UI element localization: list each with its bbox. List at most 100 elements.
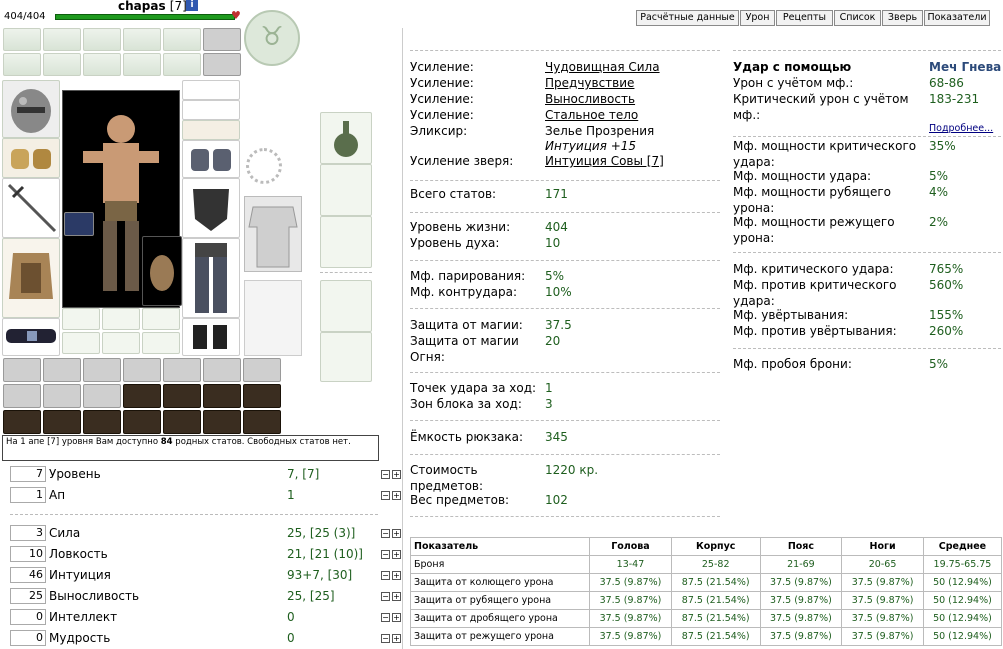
backpack-slot[interactable] bbox=[243, 358, 281, 382]
tab-4[interactable]: Зверь bbox=[882, 10, 923, 26]
rune-slot[interactable] bbox=[62, 332, 100, 354]
earring-slot[interactable] bbox=[182, 100, 240, 120]
plus-button[interactable]: + bbox=[392, 592, 401, 601]
rune-slot[interactable] bbox=[102, 308, 140, 330]
backpack-slot[interactable] bbox=[123, 410, 161, 434]
plus-button[interactable]: + bbox=[392, 571, 401, 580]
belt-slot[interactable] bbox=[123, 53, 161, 76]
minus-button[interactable]: − bbox=[381, 613, 390, 622]
buff-value[interactable]: Предчувствие bbox=[545, 76, 634, 92]
clan-emblem-icon[interactable]: ♉ bbox=[244, 10, 300, 66]
plus-button[interactable]: + bbox=[392, 634, 401, 643]
boots-slot[interactable] bbox=[182, 318, 240, 356]
minus-button[interactable]: − bbox=[381, 491, 390, 500]
bracers-slot[interactable] bbox=[2, 138, 60, 178]
prayer-slot[interactable] bbox=[320, 164, 372, 216]
shirt-slot[interactable] bbox=[244, 196, 302, 272]
minus-button[interactable]: − bbox=[381, 470, 390, 479]
buff-value[interactable]: Чудовищная Сила bbox=[545, 60, 660, 76]
tab-1[interactable]: Урон bbox=[740, 10, 775, 26]
stat-input[interactable]: 0 bbox=[10, 609, 46, 625]
buff-value[interactable]: Интуиция Совы [7] bbox=[545, 154, 664, 170]
belt-slot[interactable] bbox=[3, 53, 41, 76]
belt-slot[interactable] bbox=[203, 28, 241, 51]
plus-button[interactable]: + bbox=[392, 529, 401, 538]
stat-input[interactable]: 10 bbox=[10, 546, 46, 562]
ring-gem-slot[interactable] bbox=[64, 212, 94, 236]
weapon-name[interactable]: Меч Гнева bbox=[929, 60, 1001, 76]
rune-slot[interactable] bbox=[142, 308, 180, 330]
backpack-slot[interactable] bbox=[203, 358, 241, 382]
backpack-slot[interactable] bbox=[43, 358, 81, 382]
stat-input[interactable]: 25 bbox=[10, 588, 46, 604]
backpack-slot[interactable] bbox=[83, 358, 121, 382]
more-details-link[interactable]: Подробнее... bbox=[929, 123, 993, 134]
backpack-slot[interactable] bbox=[83, 410, 121, 434]
rings-slot[interactable] bbox=[182, 120, 240, 140]
minus-button[interactable]: − bbox=[381, 571, 390, 580]
tab-0[interactable]: Расчётные данные bbox=[636, 10, 739, 26]
backpack-slot[interactable] bbox=[43, 410, 81, 434]
armor-slot[interactable] bbox=[2, 238, 60, 318]
pet-slot[interactable] bbox=[142, 236, 182, 306]
buff-value[interactable]: Стальное тело bbox=[545, 108, 638, 124]
plus-button[interactable]: + bbox=[392, 491, 401, 500]
belt-slot[interactable] bbox=[163, 53, 201, 76]
belt-slot[interactable] bbox=[163, 28, 201, 51]
backpack-slot[interactable] bbox=[43, 384, 81, 408]
buff-value[interactable]: Выносливость bbox=[545, 92, 635, 108]
plus-button[interactable]: + bbox=[392, 613, 401, 622]
stat-input[interactable]: 3 bbox=[10, 525, 46, 541]
character-name[interactable]: chapas [7] bbox=[118, 0, 187, 13]
shield-slot[interactable] bbox=[182, 178, 240, 238]
backpack-slot[interactable] bbox=[163, 358, 201, 382]
backpack-slot[interactable] bbox=[243, 384, 281, 408]
belt-slot[interactable] bbox=[203, 53, 241, 76]
minus-button[interactable]: − bbox=[381, 529, 390, 538]
backpack-slot[interactable] bbox=[3, 358, 41, 382]
minus-button[interactable]: − bbox=[381, 550, 390, 559]
helmet-slot[interactable] bbox=[2, 80, 60, 138]
rune-slot[interactable] bbox=[62, 308, 100, 330]
pose-slot-1[interactable] bbox=[320, 280, 372, 332]
stat-input[interactable]: 0 bbox=[10, 630, 46, 646]
belt-slot[interactable] bbox=[43, 53, 81, 76]
rune-slot[interactable] bbox=[142, 332, 180, 354]
belt-slot[interactable] bbox=[83, 28, 121, 51]
belt-slot[interactable] bbox=[43, 28, 81, 51]
leggings-slot[interactable] bbox=[182, 238, 240, 318]
stat-input[interactable]: 46 bbox=[10, 567, 46, 583]
backpack-slot[interactable] bbox=[123, 358, 161, 382]
belt-slot[interactable] bbox=[3, 28, 41, 51]
backpack-slot[interactable] bbox=[163, 410, 201, 434]
backpack-slot[interactable] bbox=[83, 384, 121, 408]
beast-slot[interactable] bbox=[320, 216, 372, 268]
tab-3[interactable]: Список bbox=[834, 10, 881, 26]
backpack-slot[interactable] bbox=[203, 410, 241, 434]
backpack-slot[interactable] bbox=[203, 384, 241, 408]
backpack-slot[interactable] bbox=[243, 410, 281, 434]
belt-slot[interactable] bbox=[2, 318, 60, 356]
minus-button[interactable]: − bbox=[381, 634, 390, 643]
weapon-slot[interactable] bbox=[2, 178, 60, 238]
rune-slot[interactable] bbox=[102, 332, 140, 354]
potion-slot[interactable] bbox=[320, 112, 372, 164]
backpack-slot[interactable] bbox=[163, 384, 201, 408]
minus-button[interactable]: − bbox=[381, 592, 390, 601]
cloak-slot[interactable] bbox=[244, 280, 302, 356]
amulet-slot[interactable] bbox=[182, 80, 240, 100]
stat-input[interactable]: 1 bbox=[10, 487, 46, 503]
tab-5[interactable]: Показатели bbox=[924, 10, 990, 26]
backpack-slot[interactable] bbox=[3, 384, 41, 408]
tab-2[interactable]: Рецепты bbox=[776, 10, 833, 26]
wreath-icon[interactable] bbox=[246, 148, 282, 184]
plus-button[interactable]: + bbox=[392, 550, 401, 559]
belt-slot[interactable] bbox=[83, 53, 121, 76]
gloves-slot[interactable] bbox=[182, 140, 240, 178]
info-icon[interactable]: i bbox=[186, 0, 198, 11]
plus-button[interactable]: + bbox=[392, 470, 401, 479]
belt-slot[interactable] bbox=[123, 28, 161, 51]
pose-slot-2[interactable] bbox=[320, 332, 372, 382]
backpack-slot[interactable] bbox=[123, 384, 161, 408]
stat-input[interactable]: 7 bbox=[10, 466, 46, 482]
